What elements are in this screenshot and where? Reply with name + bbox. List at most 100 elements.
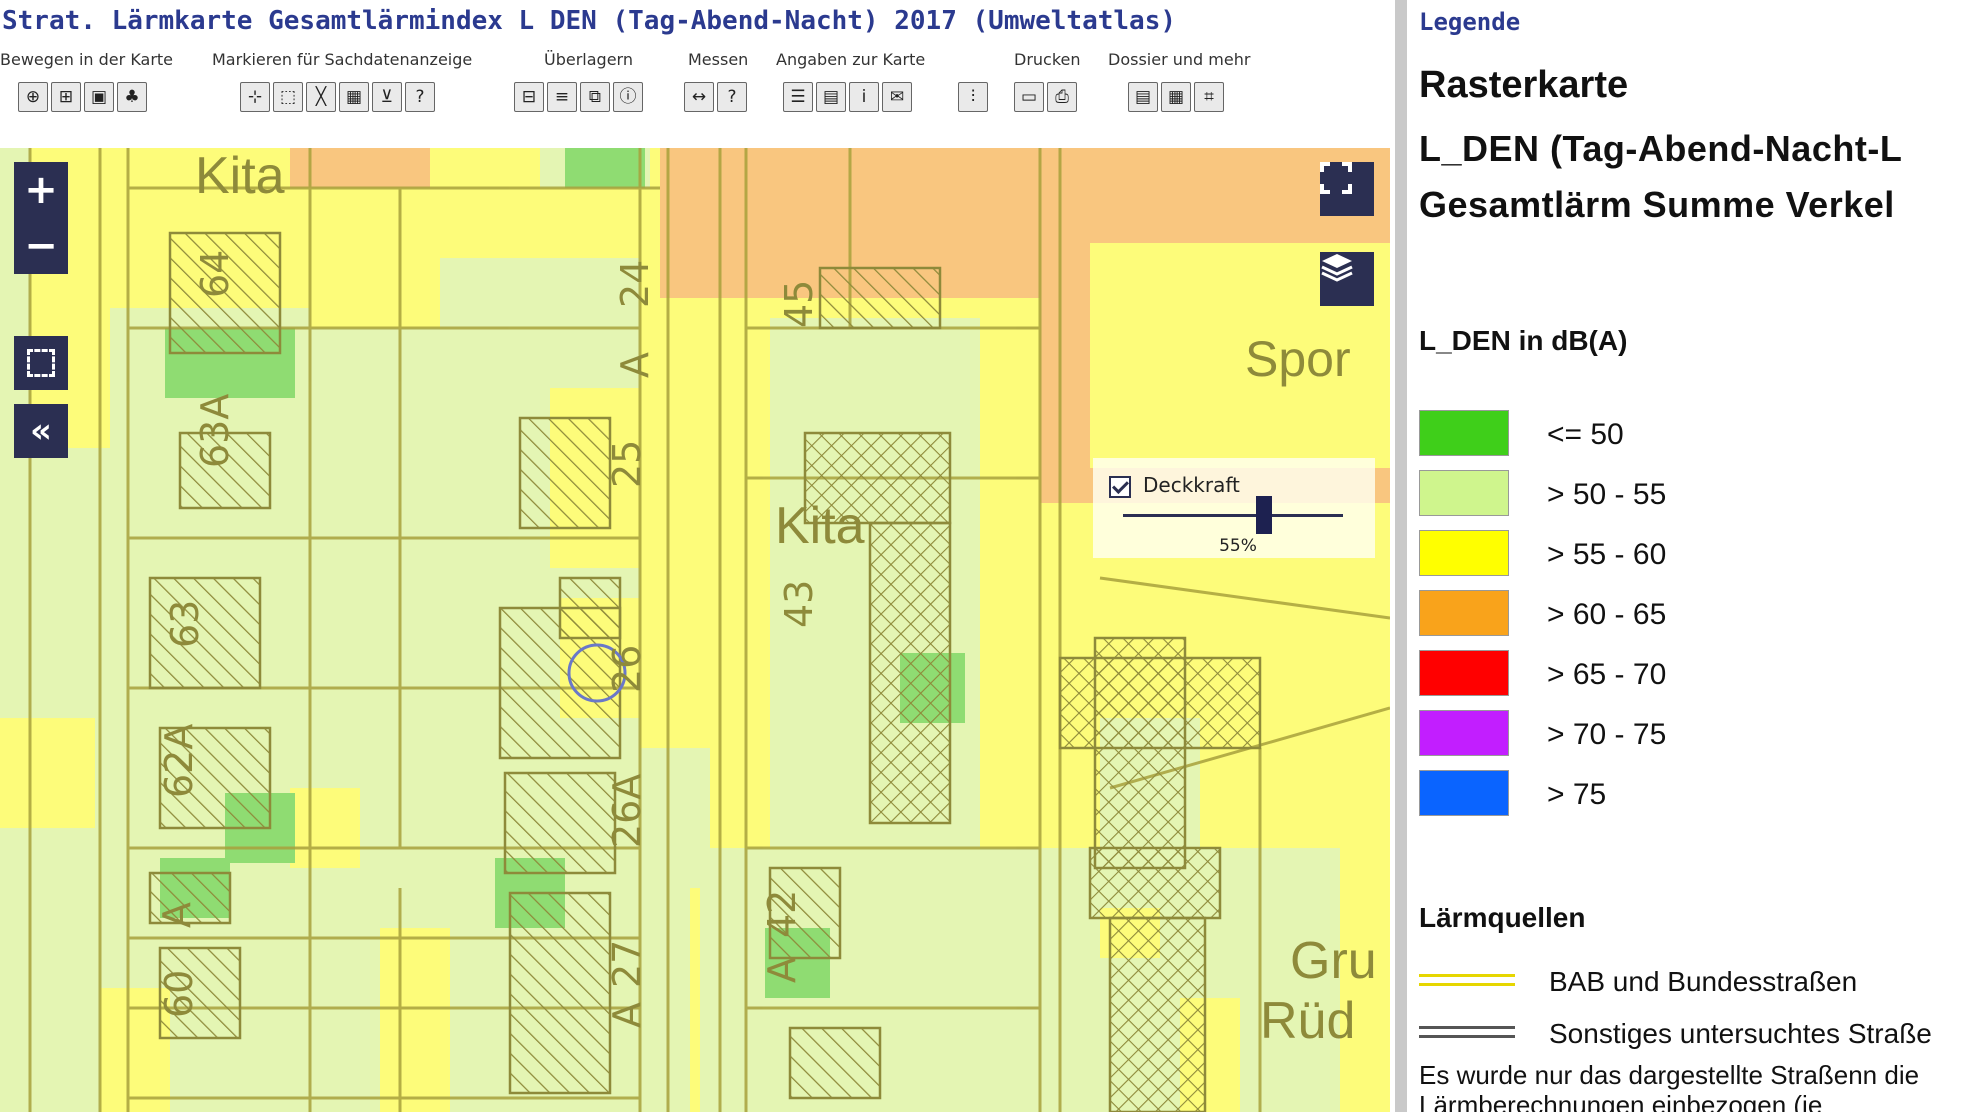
- panel-divider[interactable]: [1395, 0, 1407, 1112]
- overlay-map-icon: ⊟: [521, 86, 537, 107]
- select-box-icon: ⬚: [279, 86, 297, 107]
- filter-button[interactable]: ⊻: [372, 82, 402, 112]
- select-point-button[interactable]: ⊹: [240, 82, 270, 112]
- collapse-panel-button[interactable]: «: [14, 404, 68, 458]
- opacity-checkbox[interactable]: [1109, 476, 1131, 498]
- pdf-icon: ▭: [1020, 86, 1038, 107]
- info-button[interactable]: ⓘ: [613, 82, 643, 112]
- fullscreen-button[interactable]: [1320, 162, 1374, 216]
- building: [503, 771, 617, 875]
- building-special: [868, 521, 952, 825]
- dossier-button[interactable]: ▤: [1128, 82, 1158, 112]
- noise-cell: [290, 788, 360, 868]
- map-label: 24: [613, 260, 657, 308]
- toolbar: Bewegen in der Karte ⊕ ⊞ ▣ ♣ Markieren für Sa…: [0, 50, 1395, 122]
- building: [818, 266, 942, 330]
- toolbar-group: Überlagern ⊟ ≡ ⧉ ⓘ: [514, 50, 643, 112]
- box-select-button[interactable]: [14, 336, 68, 390]
- legend-note: Es wurde nur das dargestellte Straßenn d…: [1419, 1060, 1920, 1112]
- map-label: 60: [157, 970, 201, 1018]
- info-i-icon: i: [861, 86, 867, 107]
- mail-button[interactable]: ✉: [882, 82, 912, 112]
- legend-label: <= 50: [1547, 418, 1624, 451]
- legend-swatch: [1419, 650, 1509, 696]
- noise-source-label: BAB und Bundesstraßen: [1549, 966, 1858, 997]
- toolbar-group: Angaben zur Karte ☰ ▤ i ✉: [776, 50, 926, 112]
- zoom-in-button[interactable]: ⊕: [18, 82, 48, 112]
- building-special: [1058, 656, 1262, 750]
- legend-icon: ☰: [790, 86, 806, 107]
- legend-swatch: [1419, 410, 1509, 456]
- map-label: Kita: [775, 497, 865, 555]
- legend-label: > 65 - 70: [1547, 658, 1667, 691]
- settings-sliders-icon: ⫶: [970, 86, 976, 107]
- map-label: 43: [777, 580, 821, 628]
- legend-header: Legende: [1419, 8, 1521, 36]
- map-label: 63: [163, 600, 207, 648]
- legend-label: > 50 - 55: [1547, 478, 1667, 511]
- legend-label: > 70 - 75: [1547, 718, 1667, 751]
- opacity-slider[interactable]: [1123, 496, 1343, 534]
- metadata-button[interactable]: ▤: [816, 82, 846, 112]
- noise-cell: [0, 718, 95, 828]
- zoom-out-button[interactable]: −: [24, 218, 58, 274]
- info-i-button[interactable]: i: [849, 82, 879, 112]
- map-label: 25: [605, 440, 649, 488]
- map-label: A: [760, 957, 804, 983]
- map-label: A: [613, 352, 657, 378]
- legend-button[interactable]: ☰: [783, 82, 813, 112]
- toolbar-group: Bewegen in der Karte ⊕ ⊞ ▣ ♣: [0, 50, 173, 112]
- overlay-map-button[interactable]: ⊟: [514, 82, 544, 112]
- zoom-in-button[interactable]: +: [24, 162, 58, 218]
- help-button[interactable]: ?: [717, 82, 747, 112]
- toolbar-group-label: Angaben zur Karte: [776, 50, 926, 69]
- opacity-control: Deckkraft 55%: [1093, 458, 1375, 558]
- toolbar-group-label: Markieren für Sachdatenanzeige: [212, 50, 473, 69]
- map-label: Spor: [1245, 331, 1351, 387]
- list-button[interactable]: ≡: [547, 82, 577, 112]
- table-button[interactable]: ▦: [339, 82, 369, 112]
- toolbar-group-label: Drucken: [1014, 50, 1081, 69]
- settings-sliders-button[interactable]: ⫶: [958, 82, 988, 112]
- map-label: 26: [605, 645, 649, 693]
- opacity-label: Deckkraft: [1143, 473, 1240, 497]
- metadata-icon: ▤: [822, 86, 840, 107]
- print-icon: ⎙: [1055, 86, 1069, 107]
- tree-icon: ♣: [124, 86, 140, 107]
- noise-cell: [380, 928, 450, 1112]
- legend-label: > 60 - 65: [1547, 598, 1667, 631]
- url-button[interactable]: ⌗: [1194, 82, 1224, 112]
- zoom-box-icon: ⊞: [58, 86, 74, 107]
- measure-button[interactable]: ↔: [684, 82, 714, 112]
- noise-sources-title: Lärmquellen: [1419, 902, 1586, 933]
- map-label: 63A: [193, 394, 237, 468]
- map-label: 26A: [605, 774, 649, 848]
- legend-label: > 55 - 60: [1547, 538, 1667, 571]
- map-label: Kita: [195, 148, 285, 205]
- page-title: Strat. Lärmkarte Gesamtlärmindex L DEN (…: [2, 6, 1176, 36]
- legend-swatch: [1419, 530, 1509, 576]
- map-view[interactable]: Kita Kita Spor Gru Rüd 64 63A 63 62A 60 24 25 26 26A 2…: [0, 148, 1390, 1112]
- pdf-button[interactable]: ▭: [1014, 82, 1044, 112]
- layers-button[interactable]: ⧉: [580, 82, 610, 112]
- overview-button[interactable]: ▣: [84, 82, 114, 112]
- noise-map-canvas[interactable]: Kita Kita Spor GruRüd 64 63A 63 62A 60 24 25 26 26A 2…: [0, 148, 1390, 1112]
- layers-icon: ⧉: [588, 86, 602, 107]
- opacity-slider-handle[interactable]: [1256, 496, 1272, 534]
- legend-unit-title: L_DEN in dB(A): [1419, 325, 1628, 356]
- query-icon: ?: [415, 86, 425, 107]
- mail-icon: ✉: [889, 86, 905, 107]
- legend-swatch: [1419, 590, 1509, 636]
- zoom-box-button[interactable]: ⊞: [51, 82, 81, 112]
- toolbar-group-label: Überlagern: [544, 50, 633, 69]
- layers-button[interactable]: [1320, 252, 1374, 306]
- tree-button[interactable]: ♣: [117, 82, 147, 112]
- building-special: [1088, 846, 1222, 920]
- select-box-button[interactable]: ⬚: [273, 82, 303, 112]
- legend-map-type: Rasterkarte: [1419, 64, 1629, 106]
- select-line-button[interactable]: ╳: [306, 82, 336, 112]
- print-button[interactable]: ⎙: [1047, 82, 1077, 112]
- query-button[interactable]: ?: [405, 82, 435, 112]
- report-button[interactable]: ▦: [1161, 82, 1191, 112]
- filter-icon: ⊻: [380, 86, 394, 107]
